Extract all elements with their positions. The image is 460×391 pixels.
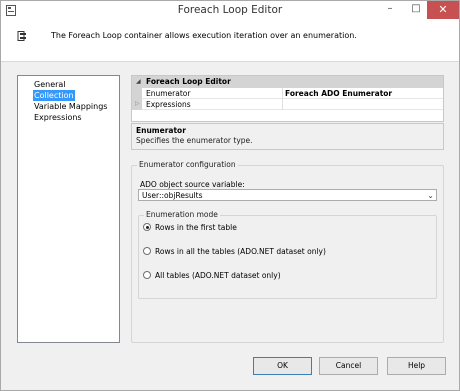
ok-button[interactable]: OK: [253, 357, 312, 375]
radio-label: Rows in the first table: [155, 223, 237, 232]
property-value[interactable]: Foreach ADO Enumerator: [282, 88, 443, 99]
help-button[interactable]: Help: [387, 357, 446, 375]
minimize-button[interactable]: –: [377, 1, 403, 19]
nav-item-collection[interactable]: Collection: [33, 90, 75, 101]
property-value[interactable]: [282, 99, 443, 110]
triangle-down-icon[interactable]: ◢: [136, 78, 141, 85]
property-name: Enumerator: [146, 89, 191, 98]
property-row-expressions[interactable]: ▷ Expressions: [132, 99, 443, 110]
title-bar[interactable]: Foreach Loop Editor – □ ✕: [1, 1, 459, 21]
source-variable-select[interactable]: User::objResults ⌄: [138, 189, 437, 201]
help-title: Enumerator: [136, 126, 186, 135]
maximize-button[interactable]: □: [403, 1, 429, 19]
cancel-button[interactable]: Cancel: [319, 357, 378, 375]
header-description: The Foreach Loop container allows execut…: [51, 31, 357, 40]
group-legend: Enumerator configuration: [137, 160, 238, 169]
triangle-right-icon[interactable]: ▷: [135, 100, 140, 107]
property-category-label: Foreach Loop Editor: [146, 77, 231, 86]
foreach-loop-editor-window: Foreach Loop Editor – □ ✕ The Foreach Lo…: [0, 0, 460, 391]
radio-label: All tables (ADO.NET dataset only): [155, 271, 281, 280]
radio-button[interactable]: [143, 271, 151, 279]
property-category[interactable]: ◢ Foreach Loop Editor: [132, 76, 443, 88]
source-variable-value: User::objResults: [142, 191, 203, 200]
source-variable-label: ADO object source variable:: [140, 180, 245, 189]
foreach-loop-icon: [17, 31, 26, 41]
nav-item-expressions[interactable]: Expressions: [33, 112, 83, 123]
nav-item-variable-mappings[interactable]: Variable Mappings: [33, 101, 108, 112]
nav-item-general[interactable]: General: [33, 79, 67, 90]
close-button[interactable]: ✕: [427, 1, 459, 19]
editor-body: General Collection Variable Mappings Exp…: [1, 61, 459, 390]
page-navigation: General Collection Variable Mappings Exp…: [17, 75, 120, 343]
radio-label: Rows in all the tables (ADO.NET dataset …: [155, 247, 326, 256]
group-legend: Enumeration mode: [144, 210, 220, 219]
radio-button[interactable]: [143, 223, 151, 231]
radio-button[interactable]: [143, 247, 151, 255]
property-row-enumerator[interactable]: Enumerator Foreach ADO Enumerator: [132, 88, 443, 99]
editor-header: The Foreach Loop container allows execut…: [1, 21, 459, 61]
property-grid: ◢ Foreach Loop Editor Enumerator Foreach…: [131, 75, 444, 122]
property-name: Expressions: [146, 100, 191, 109]
row-gutter: [132, 88, 142, 99]
property-help-box: Enumerator Specifies the enumerator type…: [131, 123, 444, 150]
chevron-down-icon[interactable]: ⌄: [427, 190, 434, 201]
help-description: Specifies the enumerator type.: [136, 136, 253, 145]
